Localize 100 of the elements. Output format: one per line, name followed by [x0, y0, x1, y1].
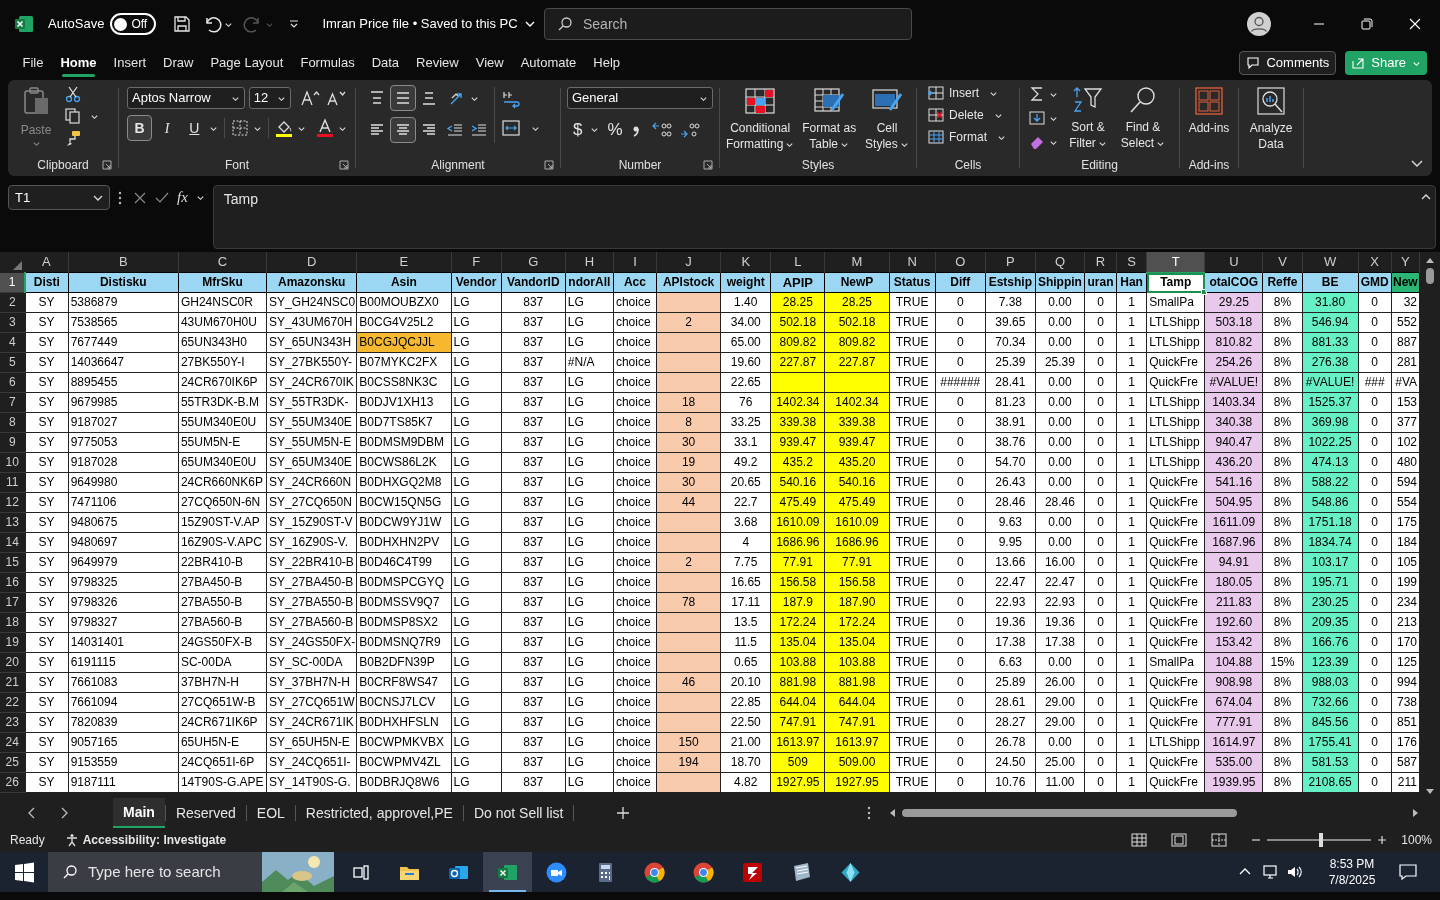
- header-cell[interactable]: Asin: [356, 272, 452, 293]
- header-cell[interactable]: weight: [720, 272, 771, 293]
- header-cell[interactable]: NewP: [824, 272, 890, 293]
- column-header[interactable]: G: [501, 252, 566, 273]
- row-header[interactable]: 14: [0, 532, 26, 553]
- paste-button[interactable]: Paste: [14, 85, 58, 148]
- row-header[interactable]: 3: [0, 312, 26, 333]
- column-header[interactable]: S: [1116, 252, 1147, 273]
- align-middle-button[interactable]: [390, 85, 416, 111]
- header-cell[interactable]: Vendor: [451, 272, 502, 293]
- taskbar-search-field[interactable]: Type here to search: [48, 852, 334, 892]
- select-all-icon[interactable]: [11, 259, 23, 272]
- row-header[interactable]: 8: [0, 412, 26, 433]
- column-header[interactable]: O: [935, 252, 986, 273]
- page-break-icon[interactable]: [1211, 833, 1228, 847]
- cancel-icon[interactable]: [133, 190, 147, 205]
- italic-button[interactable]: I: [154, 115, 180, 141]
- row-header[interactable]: 15: [0, 552, 26, 573]
- column-header[interactable]: R: [1084, 252, 1117, 273]
- avatar-icon[interactable]: [1247, 12, 1271, 36]
- scroll-left-icon[interactable]: [888, 808, 898, 818]
- row-header[interactable]: 21: [0, 672, 26, 693]
- merge-center-icon[interactable]: [501, 119, 521, 137]
- comments-button[interactable]: Comments: [1239, 51, 1337, 75]
- header-cell[interactable]: Diff: [935, 272, 986, 293]
- column-header[interactable]: J: [656, 252, 721, 273]
- row-header[interactable]: 4: [0, 332, 26, 353]
- caret-icon[interactable]: [1156, 139, 1166, 149]
- scroll-right-icon[interactable]: [1410, 808, 1420, 818]
- row-header[interactable]: 22: [0, 692, 26, 713]
- caret-icon[interactable]: [840, 140, 849, 150]
- header-cell[interactable]: New: [1391, 272, 1420, 293]
- header-cell[interactable]: Reffe: [1262, 272, 1302, 293]
- column-header[interactable]: K: [720, 252, 771, 273]
- row-header[interactable]: 5: [0, 352, 26, 373]
- header-cell[interactable]: Shippin: [1035, 272, 1085, 293]
- row-header[interactable]: 6: [0, 372, 26, 393]
- insert-button[interactable]: Insert: [927, 83, 1009, 103]
- row-header[interactable]: 1: [0, 272, 26, 293]
- column-header[interactable]: I: [613, 252, 657, 273]
- menu-tab[interactable]: Automate: [512, 48, 585, 78]
- column-header[interactable]: W: [1302, 252, 1359, 273]
- caret-icon[interactable]: [785, 140, 795, 150]
- conditional-formatting-button[interactable]: Conditional Formatting: [724, 86, 797, 152]
- sort-filter-button[interactable]: Sort & Filter: [1064, 85, 1112, 151]
- header-cell[interactable]: GMD: [1358, 272, 1392, 293]
- column-header[interactable]: H: [565, 252, 614, 273]
- row-header[interactable]: 16: [0, 572, 26, 593]
- row-header[interactable]: 26: [0, 772, 26, 793]
- add-ins-button[interactable]: Add-ins: [1183, 86, 1235, 136]
- network-icon[interactable]: [1262, 864, 1280, 880]
- menu-tab[interactable]: Home: [51, 48, 106, 78]
- dialog-launcher-icon[interactable]: [703, 160, 713, 170]
- currency-button[interactable]: $: [571, 117, 585, 143]
- row-header[interactable]: 2: [0, 292, 26, 313]
- copy-icon[interactable]: [64, 107, 82, 125]
- more-options-icon[interactable]: [866, 805, 872, 821]
- delete-button[interactable]: Delete: [927, 105, 1009, 125]
- zoom-in-icon[interactable]: [1377, 835, 1388, 845]
- menu-tab[interactable]: View: [467, 48, 513, 78]
- increase-indent-icon[interactable]: [470, 121, 488, 139]
- decrease-font-size-icon[interactable]: [325, 89, 347, 107]
- header-cell[interactable]: otalCOG: [1204, 272, 1263, 293]
- font-name-field[interactable]: Aptos Narrow: [127, 87, 245, 109]
- zoom-slider-thumb[interactable]: [1319, 833, 1324, 847]
- column-header[interactable]: X: [1358, 252, 1392, 273]
- menu-tab[interactable]: Formulas: [291, 48, 364, 78]
- clock[interactable]: 8:53 PM 7/8/2025: [1316, 856, 1388, 888]
- increase-decimal-icon[interactable]: [650, 120, 673, 139]
- name-box[interactable]: T1: [8, 185, 110, 210]
- formula-field[interactable]: Tamp: [212, 185, 1436, 249]
- decrease-indent-icon[interactable]: [446, 121, 464, 139]
- menu-tab[interactable]: Page Layout: [201, 48, 292, 78]
- dialog-launcher-icon[interactable]: [544, 160, 554, 170]
- more-options-icon[interactable]: [117, 190, 123, 206]
- borders-icon[interactable]: [231, 119, 249, 137]
- menu-tab[interactable]: Data: [363, 48, 408, 78]
- align-center-button[interactable]: [390, 117, 416, 143]
- font-size-field[interactable]: 12: [248, 87, 291, 109]
- next-sheet-icon[interactable]: [59, 807, 69, 819]
- format-as-table-button[interactable]: Format as Table: [800, 86, 858, 152]
- header-cell[interactable]: ndorAll: [565, 272, 614, 293]
- wrap-text-icon[interactable]: [501, 89, 523, 109]
- dialog-launcher-icon[interactable]: [339, 160, 349, 170]
- check-icon[interactable]: [155, 190, 169, 205]
- decrease-decimal-icon[interactable]: [678, 120, 701, 139]
- previous-sheet-icon[interactable]: [27, 807, 37, 819]
- header-cell[interactable]: Disti: [25, 272, 69, 293]
- row-header[interactable]: 18: [0, 612, 26, 633]
- number-format-field[interactable]: General: [567, 87, 713, 109]
- row-header[interactable]: 20: [0, 652, 26, 673]
- row-header[interactable]: 11: [0, 472, 26, 493]
- scroll-up-icon[interactable]: [1425, 256, 1435, 266]
- header-cell[interactable]: Acc: [613, 272, 657, 293]
- caret-icon[interactable]: [590, 125, 600, 135]
- menu-tab[interactable]: Help: [584, 48, 629, 78]
- accessibility-button[interactable]: Accessibility: Investigate: [64, 831, 227, 849]
- row-header[interactable]: 19: [0, 632, 26, 653]
- header-cell[interactable]: BE: [1302, 272, 1359, 293]
- scroll-down-icon[interactable]: [1425, 786, 1435, 796]
